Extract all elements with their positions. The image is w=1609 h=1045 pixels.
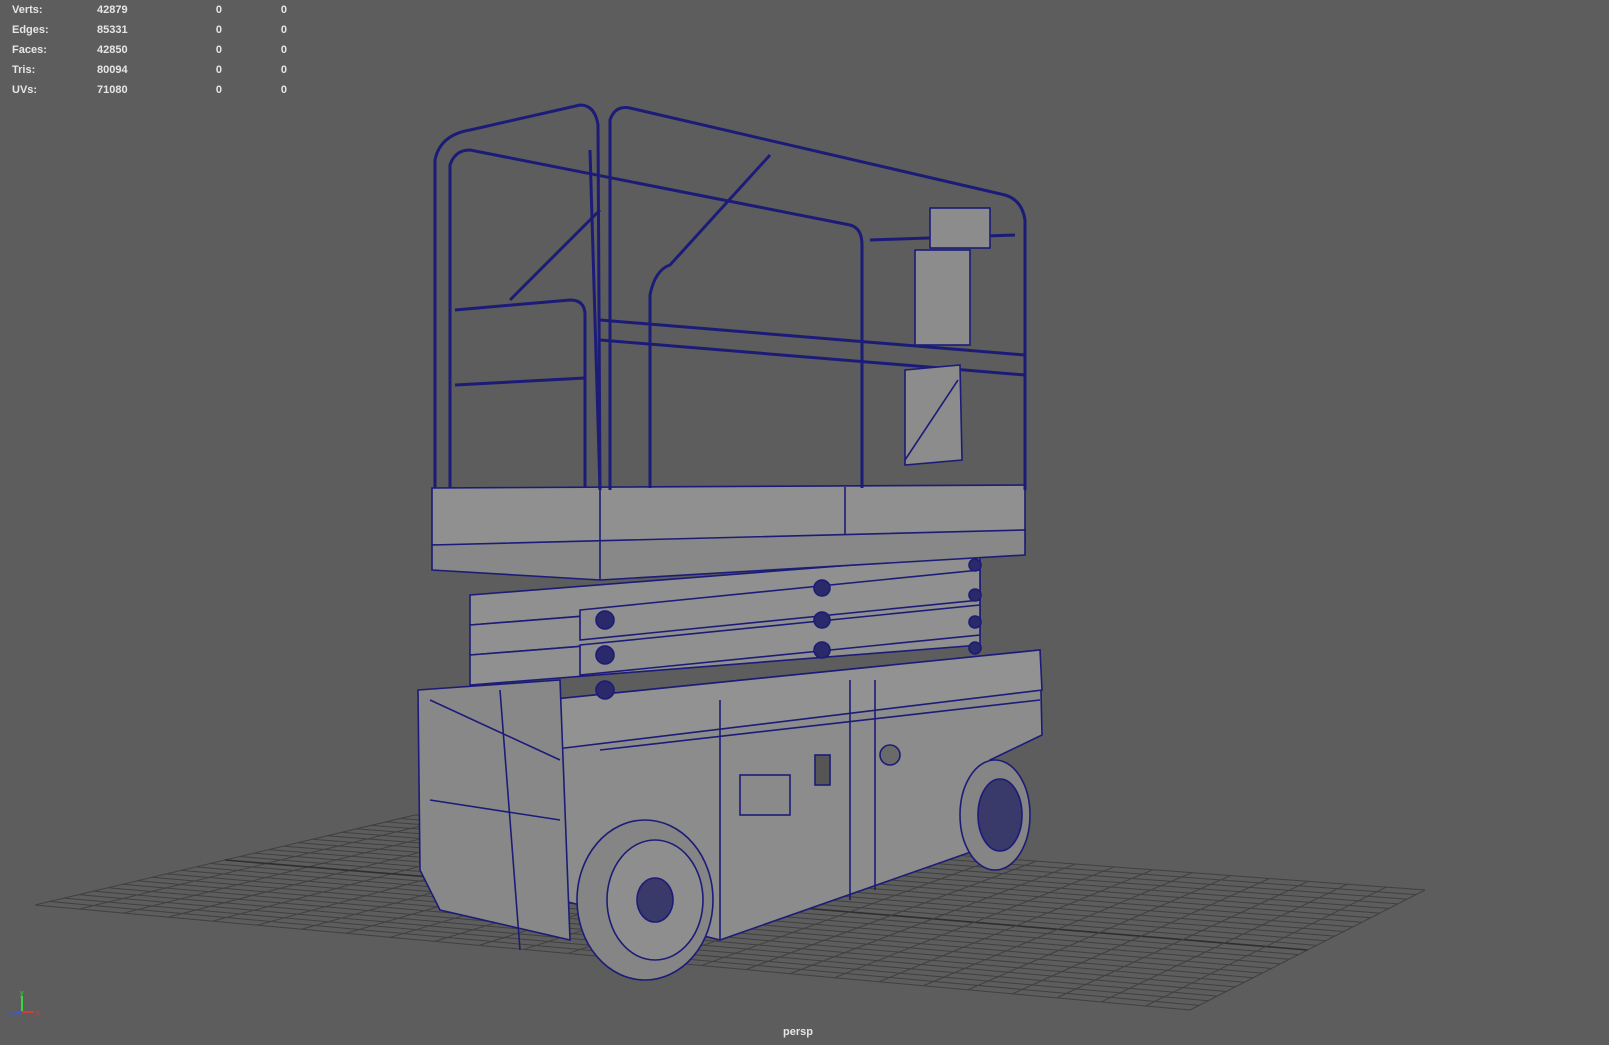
hud-component: 0 — [280, 44, 287, 56]
hud-selected: 0 — [215, 84, 222, 96]
hud-value: 85331 — [97, 24, 128, 36]
hud-component: 0 — [280, 64, 287, 76]
hud-selected: 0 — [215, 4, 222, 16]
hud-component: 0 — [280, 4, 287, 16]
grid-line — [1145, 886, 1387, 1007]
grid-line — [1056, 880, 1309, 999]
hud-value: 42879 — [97, 4, 128, 16]
poly-count-hud: Verts: 42879 0 0 Edges: 85331 0 0 Faces: 42850 0… — [12, 2, 287, 102]
front-wheel — [576, 819, 714, 981]
grid-line — [1189, 889, 1426, 1011]
grid-line — [1012, 878, 1270, 995]
hud-row-verts: Verts: 42879 0 0 — [12, 2, 287, 22]
viewport-3d[interactable] — [0, 0, 1609, 1045]
hud-component: 0 — [280, 24, 287, 36]
axis-y-label: y — [20, 990, 24, 997]
hud-row-tris: Tris: 80094 0 0 — [12, 62, 287, 82]
hud-value: 71080 — [97, 84, 128, 96]
hud-selected: 0 — [215, 24, 222, 36]
scissor-lift-model[interactable] — [417, 103, 1043, 981]
hud-label: UVs: — [12, 84, 38, 96]
hud-selected: 0 — [215, 64, 222, 76]
hud-selected: 0 — [215, 44, 222, 56]
hud-row-edges: Edges: 85331 0 0 — [12, 22, 287, 42]
hud-label: Edges: — [12, 24, 49, 36]
axis-gizmo-icon: y x z — [8, 990, 40, 1018]
hud-label: Faces: — [12, 44, 47, 56]
hud-label: Tris: — [12, 64, 36, 76]
grid-line — [1100, 883, 1348, 1003]
axis-x-label: x — [36, 1010, 40, 1017]
hud-value: 42850 — [97, 44, 128, 56]
hud-value: 80094 — [97, 64, 128, 76]
hud-component: 0 — [280, 84, 287, 96]
hud-row-faces: Faces: 42850 0 0 — [12, 42, 287, 62]
rear-wheel — [959, 759, 1031, 871]
camera-label: persp — [783, 1026, 813, 1038]
hud-row-uvs: UVs: 71080 0 0 — [12, 82, 287, 102]
hud-label: Verts: — [12, 4, 43, 16]
axis-z-label: z — [8, 1011, 12, 1018]
